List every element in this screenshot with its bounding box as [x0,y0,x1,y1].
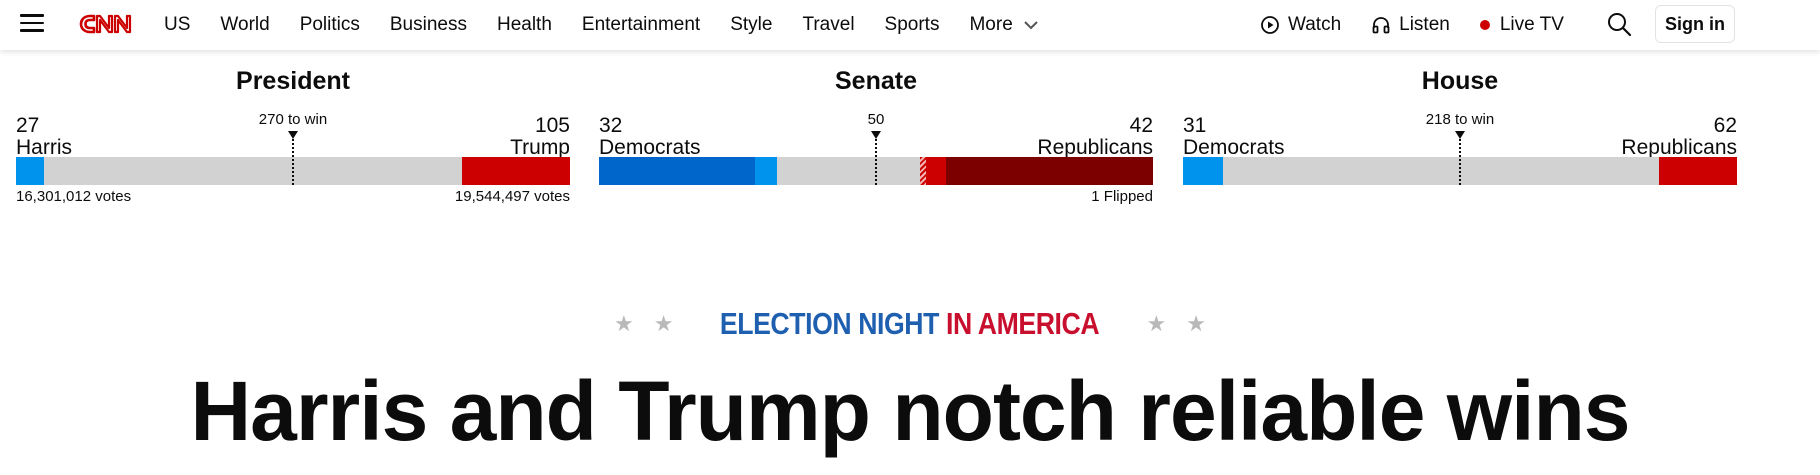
watch-label: Watch [1288,14,1342,35]
race-title: President [236,67,350,95]
dem-holdover-segment [599,157,755,185]
race-title: Senate [835,67,917,95]
dem-electoral-count: 27 [16,114,40,137]
star-icon: ★ [1186,311,1206,336]
more-label: More [969,14,1013,35]
seat-bar [599,139,1153,185]
rep-bar-segment [462,157,570,185]
rep-seat-count: 42 [1129,114,1153,137]
banner-text-blue: ELECTION NIGHT [720,306,940,341]
rep-party-name: Republicans [1621,136,1737,159]
nav-link-health[interactable]: Health [497,14,552,36]
rep-party-name: Republicans [1037,136,1153,159]
banner-text: ELECTION NIGHT IN AMERICA [720,306,1100,342]
dem-candidate-name: Harris [16,136,72,159]
menu-icon[interactable] [20,14,44,32]
threshold-line [875,139,877,185]
watch-button[interactable]: Watch [1260,14,1341,36]
seat-bar [1183,139,1737,185]
nav-link-sports[interactable]: Sports [885,14,940,36]
electoral-bar [16,139,570,185]
listen-label: Listen [1399,14,1450,35]
play-circle-icon [1260,15,1280,35]
race-title: House [1421,67,1499,95]
star-icon: ★ [653,311,674,336]
nav-link-business[interactable]: Business [390,14,467,36]
banner-text-red: IN AMERICA [946,306,1100,341]
house-race-panel[interactable]: House 218 to win 31 Democrats 62 Republi… [1183,67,1737,207]
top-navigation: US World Politics Business Health Entert… [0,0,1820,50]
rep-won-segment [926,157,946,185]
live-tv-button[interactable]: Live TV [1479,14,1564,36]
nav-link-politics[interactable]: Politics [300,14,360,36]
dem-party-name: Democrats [1183,136,1285,159]
dem-bar-segment [16,157,44,185]
threshold-label: 270 to win [258,111,328,128]
dem-seat-count: 32 [599,114,623,137]
cnn-logo[interactable] [76,7,136,41]
dem-seat-count: 31 [1183,114,1207,137]
threshold-marker-icon [288,131,298,139]
rep-seat-count: 62 [1713,114,1737,137]
star-icon: ★ [1146,311,1167,336]
threshold-marker-icon [871,131,881,139]
senate-race-panel[interactable]: Senate 50 32 Democrats 42 Republicans 1 … [599,67,1153,207]
rep-holdover-segment [946,157,1153,185]
election-night-banner: ★ ★ ELECTION NIGHT IN AMERICA ★ ★ [0,302,1820,346]
live-dot-icon [1479,20,1490,30]
nav-link-travel[interactable]: Travel [802,14,854,36]
main-headline[interactable]: Harris and Trump notch reliable wins [0,366,1820,456]
president-race-panel[interactable]: President 270 to win 27 Harris 105 Trump… [16,67,570,207]
dem-party-name: Democrats [599,136,701,159]
sign-in-button[interactable]: Sign in [1655,5,1735,43]
threshold-label: 50 [867,111,885,128]
rep-bar-segment [1659,157,1737,185]
dem-bar-segment [1183,157,1223,185]
star-icon: ★ [614,311,634,336]
rep-electoral-count: 105 [534,114,570,137]
listen-button[interactable]: Listen [1371,14,1450,36]
threshold-marker-icon [1455,131,1465,139]
threshold-line [292,139,294,185]
chevron-down-icon [1024,21,1038,30]
nav-link-style[interactable]: Style [730,14,772,36]
rep-candidate-name: Trump [510,136,570,159]
nav-link-us[interactable]: US [164,14,190,36]
threshold-line [1459,139,1461,185]
nav-utility-links: Watch Listen Live TV [1260,0,1594,50]
live-tv-label: Live TV [1499,14,1564,35]
threshold-label: 218 to win [1425,111,1495,128]
dem-won-segment [755,157,777,185]
nav-link-world[interactable]: World [220,14,269,36]
dem-popular-votes: 16,301,012 votes [16,188,132,205]
more-menu-button[interactable]: More [969,14,1038,36]
flipped-count: 1 Flipped [1091,188,1153,205]
section-links: US World Politics Business Health Entert… [164,0,1069,50]
search-icon[interactable] [1606,11,1632,37]
rep-popular-votes: 19,544,497 votes [454,188,570,205]
nav-link-entertainment[interactable]: Entertainment [582,14,700,36]
headphones-icon [1371,15,1391,35]
